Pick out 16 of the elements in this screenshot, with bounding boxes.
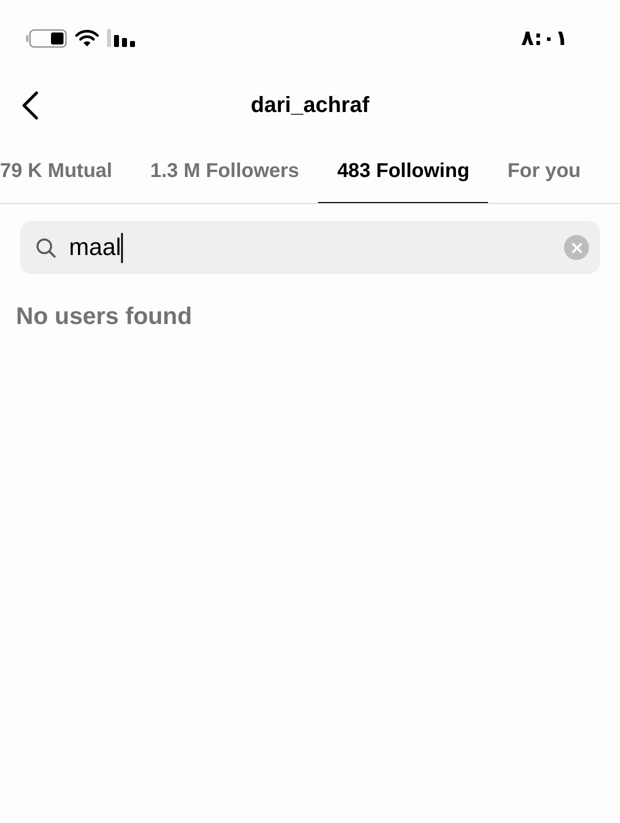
wifi-icon [75, 29, 99, 47]
signal-icon [107, 29, 135, 47]
back-chevron-icon [21, 90, 39, 120]
profile-tab[interactable]: 1.3 M Followers [131, 140, 318, 203]
status-time: ٨:٠١ [521, 28, 568, 48]
search-icon [36, 238, 56, 258]
profile-username-title: dari_achraf [250, 94, 370, 116]
profile-tab[interactable]: 483 Following [318, 140, 488, 203]
battery-icon [26, 28, 67, 48]
profile-tab[interactable]: For you [488, 140, 600, 203]
profile-tab[interactable]: 79 K Mutual [0, 140, 132, 203]
text-cursor [121, 232, 124, 262]
search-query: maal [69, 236, 122, 260]
empty-state-message: No users found [16, 303, 192, 331]
close-icon [572, 242, 582, 252]
search-field[interactable]: maal [20, 221, 600, 274]
